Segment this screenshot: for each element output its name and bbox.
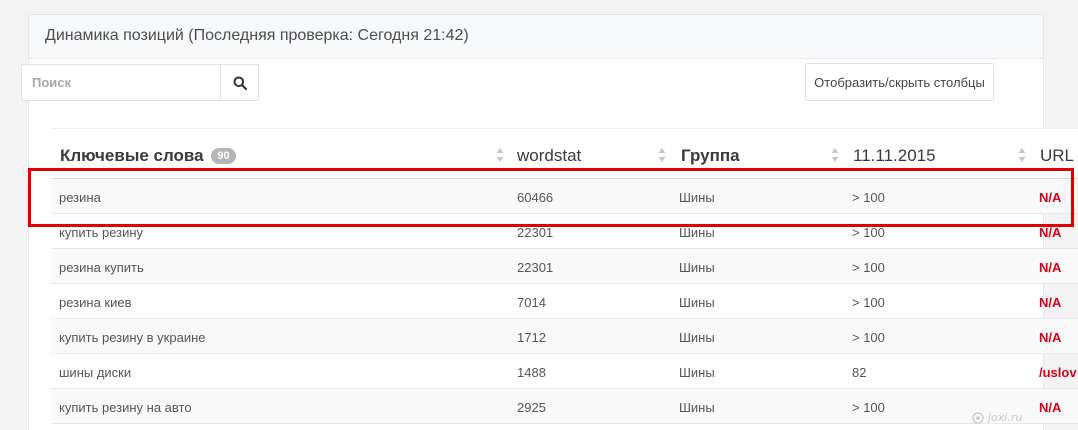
url-cell[interactable]: N/A	[1039, 330, 1061, 345]
url-cell[interactable]: N/A	[1039, 225, 1061, 240]
keyword-cell: купить резину в украине	[59, 330, 206, 345]
group-cell: Шины	[679, 330, 715, 345]
panel-title: Динамика позиций (Последняя проверка: Се…	[29, 15, 1043, 59]
url-cell[interactable]: N/A	[1039, 400, 1061, 415]
keyword-cell: резина	[59, 190, 101, 205]
watermark: joxi.ru	[972, 411, 1022, 424]
search-icon	[233, 76, 247, 90]
sort-icon[interactable]	[496, 146, 504, 164]
position-cell: 82	[852, 365, 867, 380]
position-cell: > 100	[852, 190, 885, 205]
group-cell: Шины	[679, 365, 715, 380]
keywords-count-badge: 90	[211, 148, 236, 164]
table-header: Ключевые слова 90 wordstat Группа 11.11.…	[51, 128, 1078, 179]
table-row[interactable]: шины диски 1488 Шины 82 /uslov	[51, 354, 1078, 389]
keyword-cell: купить резину	[59, 225, 144, 240]
group-cell: Шины	[679, 400, 715, 415]
keyword-cell: резина киев	[59, 295, 132, 310]
position-cell: > 100	[852, 225, 885, 240]
keyword-cell: купить резину на авто	[59, 400, 192, 415]
search-input[interactable]	[21, 64, 220, 101]
position-cell: > 100	[852, 260, 885, 275]
wordstat-cell: 60466	[517, 190, 554, 205]
header-group[interactable]: Группа	[681, 146, 740, 166]
keyword-cell: резина купить	[59, 260, 144, 275]
position-cell: > 100	[852, 400, 885, 415]
wordstat-cell: 1712	[517, 330, 546, 345]
table-row[interactable]: резина 60466 Шины > 100 N/A	[51, 179, 1078, 214]
watermark-logo-icon	[972, 411, 984, 424]
url-cell[interactable]: N/A	[1039, 295, 1061, 310]
url-cell[interactable]: N/A	[1039, 260, 1061, 275]
url-cell[interactable]: /uslov	[1039, 365, 1077, 380]
search-group	[21, 64, 259, 101]
table-row[interactable]: купить резину 22301 Шины > 100 N/A	[51, 214, 1078, 249]
position-cell: > 100	[852, 330, 885, 345]
group-cell: Шины	[679, 225, 715, 240]
header-date[interactable]: 11.11.2015	[853, 146, 936, 166]
table-row[interactable]: купить резину в украине 1712 Шины > 100 …	[51, 319, 1078, 354]
table-row[interactable]: купить резину на авто 2925 Шины > 100 N/…	[51, 389, 1078, 424]
sort-icon[interactable]	[658, 146, 666, 164]
url-cell[interactable]: N/A	[1039, 190, 1061, 205]
position-cell: > 100	[852, 295, 885, 310]
sort-icon[interactable]	[1018, 146, 1026, 164]
header-keywords-label: Ключевые слова	[60, 146, 204, 165]
search-button[interactable]	[220, 64, 259, 101]
header-wordstat[interactable]: wordstat	[517, 146, 581, 166]
watermark-text: joxi.ru	[988, 411, 1023, 424]
wordstat-cell: 22301	[517, 260, 554, 275]
keyword-cell: шины диски	[59, 365, 132, 380]
group-cell: Шины	[679, 295, 715, 310]
wordstat-cell: 1488	[517, 365, 546, 380]
wordstat-cell: 22301	[517, 225, 554, 240]
wordstat-cell: 7014	[517, 295, 546, 310]
toggle-columns-button[interactable]: Отобразить/скрыть столбцы	[805, 63, 994, 101]
table-row[interactable]: резина киев 7014 Шины > 100 N/A	[51, 284, 1078, 319]
sort-icon[interactable]	[831, 146, 839, 164]
positions-table: Ключевые слова 90 wordstat Группа 11.11.…	[51, 128, 1078, 424]
group-cell: Шины	[679, 190, 715, 205]
wordstat-cell: 2925	[517, 400, 546, 415]
header-keywords[interactable]: Ключевые слова 90	[60, 146, 236, 166]
table-row[interactable]: резина купить 22301 Шины > 100 N/A	[51, 249, 1078, 284]
header-url[interactable]: URL	[1040, 146, 1074, 166]
group-cell: Шины	[679, 260, 715, 275]
